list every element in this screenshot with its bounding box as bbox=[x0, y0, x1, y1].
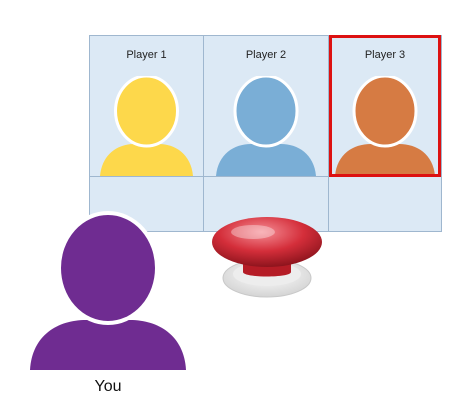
selected-player-highlight bbox=[329, 35, 441, 177]
player-1-avatar-icon bbox=[100, 76, 193, 176]
player-card-1: Player 1 bbox=[90, 36, 203, 176]
you-avatar-icon bbox=[30, 211, 186, 370]
player-label: Player 1 bbox=[126, 49, 167, 61]
player-card-2: Player 2 bbox=[204, 36, 328, 176]
player-label: Player 2 bbox=[245, 49, 287, 61]
buzzer-button-icon[interactable] bbox=[205, 212, 330, 302]
game-stage: Player 1 Player 2 Player 3 You bbox=[0, 0, 468, 409]
player-2-avatar-icon bbox=[216, 76, 316, 176]
you-label: You bbox=[94, 378, 122, 395]
